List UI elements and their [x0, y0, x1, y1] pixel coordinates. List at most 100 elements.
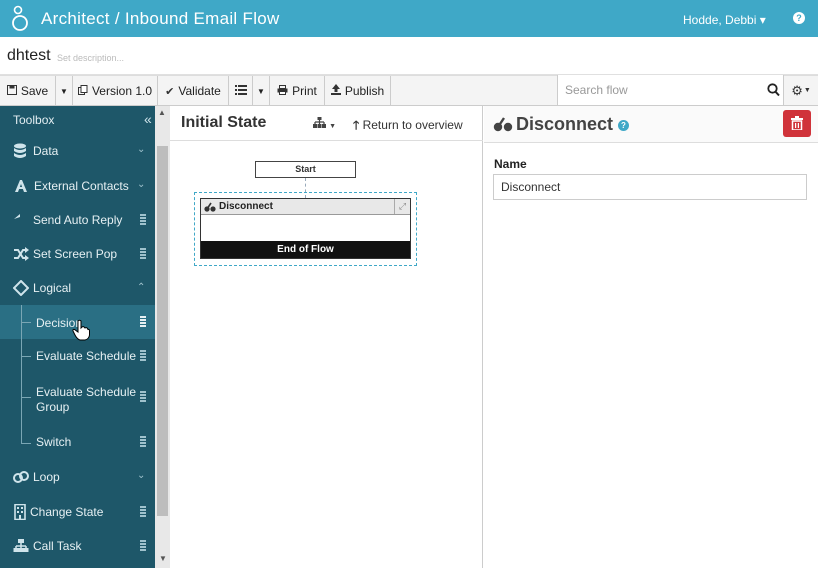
chevron-up-icon[interactable]: ⌃: [137, 282, 145, 293]
save-label: Save: [20, 84, 49, 98]
toolbox-item-label: External Contacts: [34, 179, 129, 193]
properties-header: Disconnect ?: [484, 106, 818, 143]
contacts-icon: [15, 180, 27, 192]
caret-down-icon: ▼: [60, 86, 68, 96]
flow-description[interactable]: Set description...: [57, 53, 124, 63]
list-icon: [234, 84, 247, 98]
toolbox-item-label: Send Auto Reply: [33, 213, 123, 227]
sitemap-icon: [313, 117, 326, 128]
toolbox-subitem-label: Evaluate Schedule Group: [36, 385, 137, 414]
flow-canvas: Initial State ▼ 🡑 Return to overview Sta…: [170, 106, 483, 568]
check-icon: ✔: [165, 85, 175, 98]
search-icon[interactable]: [767, 83, 780, 97]
drag-handle-icon[interactable]: [140, 391, 146, 402]
caret-down-icon: ▼: [329, 123, 336, 130]
return-to-overview-link[interactable]: 🡑 Return to overview: [353, 116, 463, 137]
shuffle-icon: [14, 247, 29, 261]
version-button[interactable]: Version 1.0: [73, 76, 158, 106]
toolbox-item-call-task[interactable]: Call Task: [0, 529, 155, 563]
toolbox-item-data[interactable]: Data ⌄: [0, 134, 155, 168]
toolbox-subitem-decision[interactable]: Decision: [0, 305, 155, 341]
user-menu[interactable]: Hodde, Debbi ▾: [683, 13, 766, 27]
collapse-icon[interactable]: «: [144, 111, 152, 127]
arrow-up-icon: 🡑: [353, 118, 360, 132]
print-button[interactable]: Print: [270, 76, 325, 106]
save-icon: [6, 84, 17, 98]
toolbox-item-loop[interactable]: Loop ⌄: [0, 460, 155, 494]
drag-handle-icon[interactable]: [140, 214, 146, 225]
drag-handle-icon[interactable]: [140, 540, 146, 551]
tree-layout-button[interactable]: ▼: [313, 117, 336, 131]
disconnect-node[interactable]: Disconnect ⤢ End of Flow: [200, 198, 411, 259]
hand-cursor-icon: [72, 319, 90, 341]
scrollbar-thumb[interactable]: [157, 146, 168, 516]
scroll-up-icon[interactable]: ▲: [158, 108, 166, 117]
toolbox-panel: Toolbox « Data ⌄ External Contacts ⌄ Sen…: [0, 106, 170, 568]
save-dropdown-button[interactable]: ▼: [56, 76, 73, 106]
toolbox-subitem-label: Switch: [36, 435, 72, 449]
database-icon: [14, 143, 26, 158]
publish-button[interactable]: Publish: [325, 76, 391, 106]
loop-icon: [13, 471, 29, 483]
toolbox-item-label: Call Task: [33, 539, 82, 553]
list-button[interactable]: [229, 76, 253, 106]
toolbox-item-label: Loop: [33, 470, 60, 484]
version-label: Version 1.0: [91, 84, 153, 98]
scroll-down-icon[interactable]: ▼: [159, 554, 167, 563]
chevron-down-icon[interactable]: ⌄: [137, 179, 145, 190]
sitemap-icon: [13, 539, 29, 552]
validate-button[interactable]: ✔ Validate: [158, 76, 229, 106]
toolbox-subitem-evaluate-schedule-group[interactable]: Evaluate Schedule Group: [0, 373, 155, 421]
settings-menu-button[interactable]: ⚙ ▼: [784, 75, 818, 106]
chevron-down-icon[interactable]: ⌄: [137, 144, 145, 155]
drag-handle-icon[interactable]: [140, 248, 146, 259]
drag-handle-icon[interactable]: [140, 350, 146, 361]
name-field-label: Name: [494, 157, 527, 171]
state-title: Initial State: [181, 114, 267, 131]
flow-name-bar: dhtest Set description...: [0, 37, 818, 75]
toolbox-title: Toolbox: [13, 113, 55, 127]
end-of-flow-bar: End of Flow: [201, 241, 410, 258]
search-box: [557, 75, 784, 106]
caret-down-icon: ▼: [803, 87, 811, 94]
print-label: Print: [292, 84, 317, 98]
upload-icon: [330, 84, 341, 98]
tree-branch: [21, 443, 31, 444]
help-icon[interactable]: ?: [618, 120, 629, 131]
start-node[interactable]: Start: [255, 161, 356, 178]
toolbox-subitem-evaluate-schedule[interactable]: Evaluate Schedule: [0, 339, 155, 373]
disconnect-icon: [204, 202, 216, 212]
canvas-header: Initial State ▼ 🡑 Return to overview: [170, 106, 483, 141]
list-dropdown-button[interactable]: ▼: [253, 76, 270, 106]
return-label: Return to overview: [362, 118, 463, 132]
toolbox-scrollbar[interactable]: ▲ ▼: [155, 106, 170, 568]
help-icon[interactable]: ?: [793, 12, 805, 24]
diamond-icon: [13, 280, 29, 296]
search-input[interactable]: [565, 82, 755, 98]
top-header: Architect / Inbound Email Flow Hodde, De…: [0, 0, 818, 37]
drag-handle-icon[interactable]: [140, 506, 146, 517]
trash-icon: [791, 116, 803, 130]
delete-button[interactable]: [783, 110, 811, 137]
toolbox-item-external-contacts[interactable]: External Contacts ⌄: [0, 169, 155, 203]
toolbox-item-set-screen-pop[interactable]: Set Screen Pop: [0, 237, 155, 271]
architect-logo-icon: [12, 5, 28, 31]
node-title: Disconnect: [219, 201, 273, 212]
toolbox-item-change-state[interactable]: Change State: [0, 495, 155, 529]
flow-name[interactable]: dhtest: [7, 47, 51, 65]
toolbox-subitem-switch[interactable]: Switch: [0, 426, 155, 460]
drag-handle-icon[interactable]: [140, 316, 146, 327]
building-icon: [14, 504, 26, 520]
pin-icon[interactable]: ⤢: [394, 199, 410, 214]
toolbox-item-label: Change State: [30, 505, 104, 519]
toolbox-item-send-auto-reply[interactable]: Send Auto Reply: [0, 203, 155, 237]
chevron-down-icon[interactable]: ⌄: [137, 470, 145, 481]
save-button[interactable]: Save: [0, 76, 56, 106]
gear-icon: ⚙: [791, 82, 803, 98]
toolbox-header: Toolbox «: [0, 106, 155, 133]
toolbox-item-logical[interactable]: Logical ⌃: [0, 271, 155, 305]
name-field[interactable]: [493, 174, 807, 200]
tree-branch: [21, 356, 31, 357]
drag-handle-icon[interactable]: [140, 436, 146, 447]
print-icon: [277, 84, 288, 98]
